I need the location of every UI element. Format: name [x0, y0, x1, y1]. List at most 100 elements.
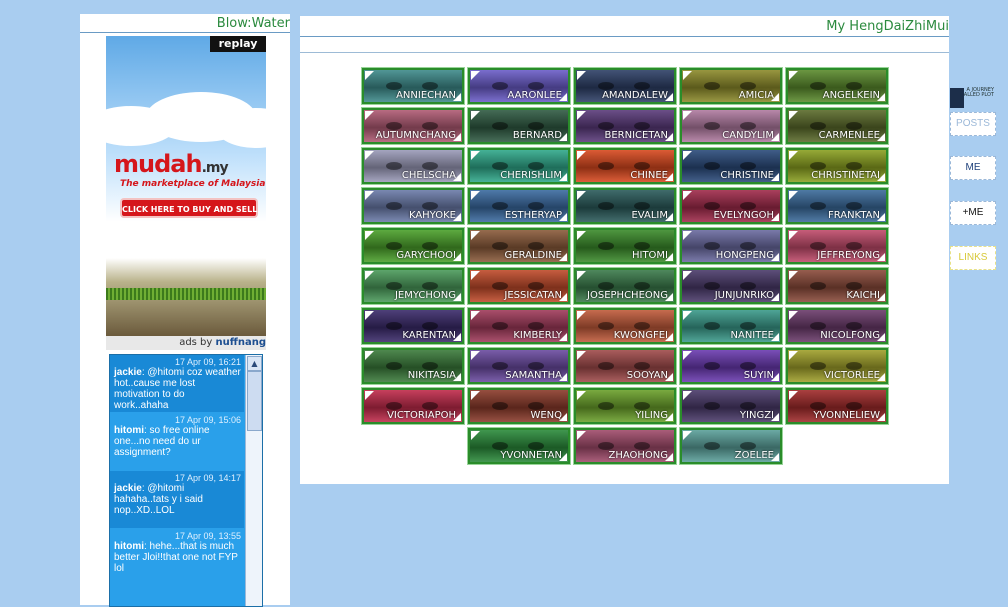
friend-name[interactable]: GARYCHOOI: [396, 250, 456, 261]
friend-name[interactable]: VICTORIAPOH: [387, 410, 456, 421]
friend-name[interactable]: KAHYOKE: [409, 210, 456, 221]
friend-name[interactable]: CHRISTINE: [720, 170, 774, 181]
friend-tile[interactable]: BERNARD: [467, 107, 571, 145]
friend-name[interactable]: EVALIM: [631, 210, 668, 221]
friend-tile[interactable]: SUYIN: [679, 347, 783, 385]
friend-tile[interactable]: FRANKTAN: [785, 187, 889, 225]
friend-name[interactable]: JESSICATAN: [504, 290, 562, 301]
friend-name[interactable]: KIMBERLY: [513, 330, 562, 341]
friend-tile[interactable]: NICOLFONG: [785, 307, 889, 345]
friend-tile[interactable]: CANDYLIM: [679, 107, 783, 145]
friend-tile[interactable]: ANGELKEIN: [785, 67, 889, 105]
friend-name[interactable]: YILING: [635, 410, 668, 421]
friend-tile[interactable]: KAHYOKE: [361, 187, 465, 225]
replay-button[interactable]: replay: [210, 36, 266, 52]
friend-name[interactable]: JOSEPHCHEONG: [587, 290, 668, 301]
friend-tile[interactable]: JEFFREYONG: [785, 227, 889, 265]
me-button[interactable]: ME: [950, 156, 996, 180]
friend-name[interactable]: HONGPENG: [716, 250, 774, 261]
friend-name[interactable]: FRANKTAN: [828, 210, 880, 221]
friend-tile[interactable]: HONGPENG: [679, 227, 783, 265]
friend-name[interactable]: EVELYNGOH: [714, 210, 774, 221]
friend-name[interactable]: ANGELKEIN: [823, 90, 880, 101]
friend-tile[interactable]: ZHAOHONG: [573, 427, 677, 465]
friend-tile[interactable]: KIMBERLY: [467, 307, 571, 345]
friend-name[interactable]: SOOYAN: [627, 370, 668, 381]
friend-name[interactable]: AMICIA: [739, 90, 774, 101]
friend-tile[interactable]: EVALIM: [573, 187, 677, 225]
friend-tile[interactable]: CHRISTINETAI: [785, 147, 889, 185]
friend-name[interactable]: YVONNELIEW: [813, 410, 880, 421]
friend-name[interactable]: SAMANTHA: [505, 370, 562, 381]
friend-tile[interactable]: KAICHI: [785, 267, 889, 305]
friend-name[interactable]: NIKITASIA: [408, 370, 456, 381]
friend-name[interactable]: BERNICETAN: [604, 130, 668, 141]
friend-name[interactable]: NANITEE: [731, 330, 775, 341]
message-author[interactable]: hitomi: [114, 541, 144, 552]
friend-name[interactable]: AARONLEE: [508, 90, 562, 101]
friend-tile[interactable]: GERALDINE: [467, 227, 571, 265]
journey-badge[interactable]: A JOURNEY CALLED PLOT: [950, 88, 994, 108]
friend-tile[interactable]: AARONLEE: [467, 67, 571, 105]
friend-tile[interactable]: YINGZI: [679, 387, 783, 425]
friend-tile[interactable]: AMICIA: [679, 67, 783, 105]
friend-tile[interactable]: NIKITASIA: [361, 347, 465, 385]
friend-tile[interactable]: GARYCHOOI: [361, 227, 465, 265]
friend-tile[interactable]: SOOYAN: [573, 347, 677, 385]
friend-tile[interactable]: AUTUMNCHANG: [361, 107, 465, 145]
friend-tile[interactable]: ANNIECHAN: [361, 67, 465, 105]
friend-name[interactable]: KARENTAN: [402, 330, 456, 341]
friend-name[interactable]: HITOMI: [632, 250, 668, 261]
friend-name[interactable]: VICTORLEE: [824, 370, 880, 381]
friend-tile[interactable]: YVONNETAN: [467, 427, 571, 465]
friend-name[interactable]: CARMENLEE: [819, 130, 880, 141]
links-button[interactable]: LINKS: [950, 246, 996, 270]
friend-name[interactable]: WENQ: [530, 410, 562, 421]
friend-name[interactable]: KWONGFEI: [614, 330, 668, 341]
friend-tile[interactable]: BERNICETAN: [573, 107, 677, 145]
friend-tile[interactable]: VICTORIAPOH: [361, 387, 465, 425]
friend-name[interactable]: ESTHERYAP: [505, 210, 562, 221]
friend-name[interactable]: KAICHI: [846, 290, 880, 301]
scroll-thumb[interactable]: [247, 371, 262, 431]
friend-tile[interactable]: CHERISHLIM: [467, 147, 571, 185]
scroll-up-icon[interactable]: ▲: [247, 356, 262, 371]
friend-tile[interactable]: JEMYCHONG: [361, 267, 465, 305]
friend-name[interactable]: NICOLFONG: [820, 330, 880, 341]
friend-tile[interactable]: SAMANTHA: [467, 347, 571, 385]
friend-name[interactable]: CHINEE: [630, 170, 668, 181]
friend-tile[interactable]: EVELYNGOH: [679, 187, 783, 225]
friend-tile[interactable]: YVONNELIEW: [785, 387, 889, 425]
message-author[interactable]: jackie: [114, 483, 142, 494]
friend-name[interactable]: CHELSCHA: [402, 170, 456, 181]
ads-attribution[interactable]: ads by nuffnang: [106, 336, 266, 350]
friend-tile[interactable]: JOSEPHCHEONG: [573, 267, 677, 305]
friend-name[interactable]: JUNJUNRIKO: [715, 290, 774, 301]
friend-name[interactable]: SUYIN: [744, 370, 774, 381]
friend-name[interactable]: CHRISTINETAI: [811, 170, 880, 181]
friend-tile[interactable]: YILING: [573, 387, 677, 425]
friend-tile[interactable]: ESTHERYAP: [467, 187, 571, 225]
friend-tile[interactable]: WENQ: [467, 387, 571, 425]
friend-name[interactable]: CHERISHLIM: [500, 170, 562, 181]
message-author[interactable]: hitomi: [114, 425, 144, 436]
friend-tile[interactable]: KWONGFEI: [573, 307, 677, 345]
friend-tile[interactable]: CHRISTINE: [679, 147, 783, 185]
friend-name[interactable]: JEMYCHONG: [395, 290, 456, 301]
friend-tile[interactable]: CARMENLEE: [785, 107, 889, 145]
friend-tile[interactable]: HITOMI: [573, 227, 677, 265]
friend-tile[interactable]: AMANDALEW: [573, 67, 677, 105]
friend-tile[interactable]: NANITEE: [679, 307, 783, 345]
friend-name[interactable]: YINGZI: [740, 410, 774, 421]
message-author[interactable]: jackie: [114, 367, 142, 378]
friend-name[interactable]: ZHAOHONG: [608, 450, 668, 461]
friend-name[interactable]: GERALDINE: [505, 250, 562, 261]
friend-tile[interactable]: CHELSCHA: [361, 147, 465, 185]
friend-name[interactable]: ZOELEE: [735, 450, 774, 461]
friend-name[interactable]: AUTUMNCHANG: [376, 130, 456, 141]
plus-me-button[interactable]: +ME: [950, 201, 996, 225]
friend-name[interactable]: CANDYLIM: [722, 130, 774, 141]
shoutbox-scrollbar[interactable]: ▲: [245, 355, 262, 606]
friend-name[interactable]: BERNARD: [513, 130, 562, 141]
friend-tile[interactable]: ZOELEE: [679, 427, 783, 465]
